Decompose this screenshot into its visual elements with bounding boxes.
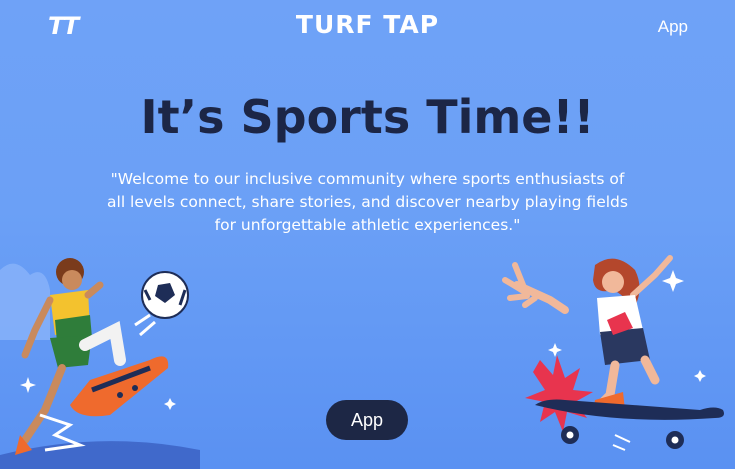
soccer-player-illustration [0,258,200,469]
nav-app-link[interactable]: App [658,17,688,37]
top-bar: TT TURF TAP App [0,0,735,56]
brand-title: TURF TAP [295,10,440,39]
skateboarder-illustration [502,255,724,451]
hero-tagline: "Welcome to our inclusive community wher… [107,170,628,234]
app-button[interactable]: App [326,400,408,440]
hero-headline: It’s Sports Time!! [140,90,595,144]
